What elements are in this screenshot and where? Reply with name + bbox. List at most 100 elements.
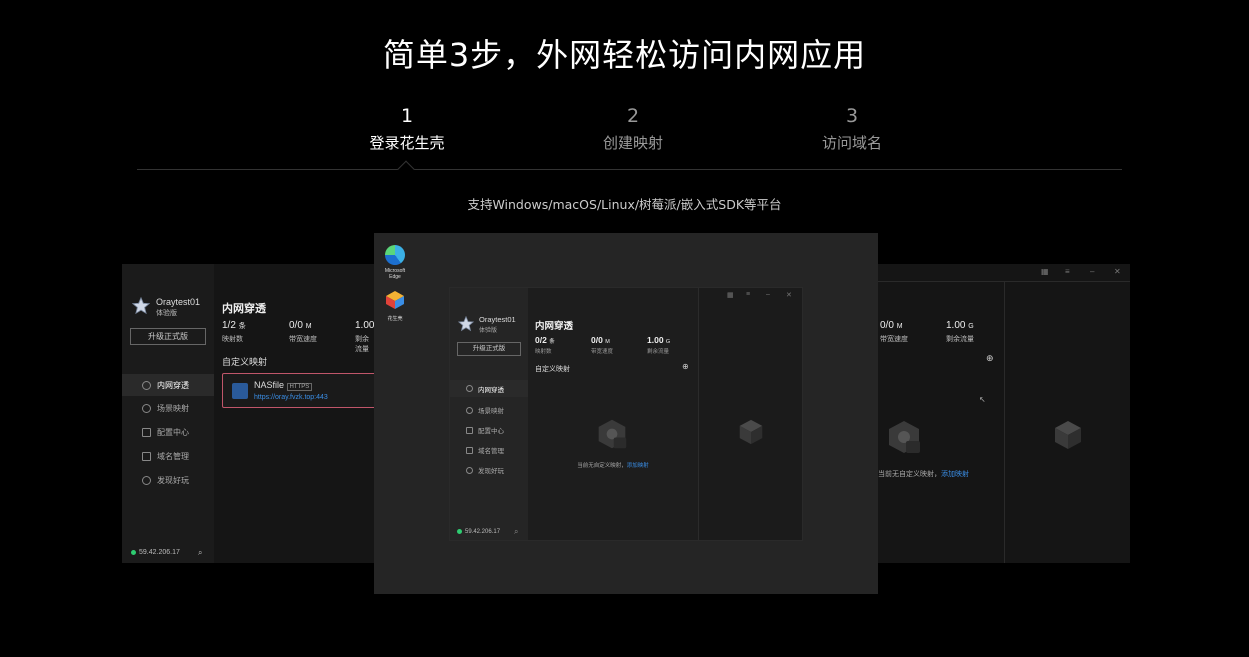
- add-mapping-icon[interactable]: ⊕: [682, 362, 689, 371]
- empty-text: 当前无自定义映射，添加映射: [577, 463, 649, 469]
- stat-label: 映射数: [222, 336, 243, 343]
- config-icon: [142, 428, 151, 437]
- custom-mapping-title: 自定义映射: [222, 357, 268, 367]
- sidebar-item-scene[interactable]: 场景映射: [466, 405, 504, 415]
- stat-mappings: 0/2 条: [535, 335, 555, 345]
- config-icon: [466, 426, 473, 434]
- stat-mappings: 1/2 条: [222, 320, 246, 331]
- desktop-icon-peanut[interactable]: 花生壳: [379, 290, 411, 322]
- empty-state-icon: [889, 421, 920, 453]
- peanut-shell-icon: [386, 291, 404, 309]
- online-dot: [131, 549, 136, 555]
- sidebar-item-config[interactable]: 配置中心: [466, 425, 504, 435]
- ip-status: 59.42.206.17: [131, 549, 180, 556]
- platforms-text: 支持Windows/macOS/Linux/树莓派/嵌入式SDK等平台: [467, 197, 782, 212]
- ip-status: 59.42.206.17: [457, 529, 500, 535]
- upgrade-button[interactable]: 升级正式版: [130, 328, 206, 345]
- scene-icon: [466, 406, 473, 414]
- cube-icon: [1055, 421, 1081, 449]
- domain-icon: [466, 446, 473, 454]
- domain-icon: [142, 452, 151, 461]
- step-tab-3[interactable]: 3 访问域名: [772, 104, 932, 153]
- step-tab-1[interactable]: 1 登录花生壳: [327, 104, 487, 153]
- app-sidebar: Oraytest01 体验版 升级正式版 内网穿透 场景映射 配置中心 域名管理…: [450, 288, 528, 540]
- mapping-url[interactable]: https://oray.fvzk.top:443: [254, 394, 328, 401]
- stat-bandwidth: 0/0 M: [591, 335, 610, 345]
- right-app-window: ▦ ≡ – ✕ 0/0 M 带宽速度 1.00 G 剩余流量 ⊕ ↖ 当前无自定…: [878, 264, 1130, 563]
- edge-icon: [385, 245, 405, 265]
- app-main-panel: 内网穿透 0/2 条 映射数 0/0 M 带宽速度 1.00 G 剩余流量 自定…: [528, 288, 698, 540]
- stat-traffic: 1.00: [355, 320, 375, 331]
- sidebar-item-discover[interactable]: 发现好玩: [466, 465, 504, 475]
- sidebar-item-domain[interactable]: 域名管理: [142, 451, 189, 462]
- section-title: 内网穿透: [222, 303, 266, 315]
- cube-icon: [739, 419, 763, 445]
- search-icon[interactable]: ⌕: [198, 548, 202, 558]
- tunnel-icon: [142, 380, 151, 390]
- close-icon[interactable]: ✕: [1114, 267, 1121, 276]
- discover-icon: [466, 466, 473, 474]
- empty-state-icon: [598, 419, 627, 449]
- sidebar-item-discover[interactable]: 发现好玩: [142, 475, 189, 486]
- step-label: 创建映射: [602, 134, 663, 152]
- stat-label: 剩余流量: [647, 349, 670, 355]
- sidebar-item-tunnel[interactable]: 内网穿透: [122, 374, 214, 396]
- desktop-icon-edge[interactable]: Microsoft Edge: [379, 245, 411, 280]
- edition-label: 体验版: [156, 310, 177, 317]
- pin-icon[interactable]: ▦: [727, 291, 734, 299]
- stat-label: 带宽速度: [289, 336, 317, 343]
- username: Oraytest01: [156, 297, 201, 307]
- avatar-star-icon: [458, 316, 474, 332]
- custom-mapping-title: 自定义映射: [535, 366, 570, 373]
- online-dot: [457, 529, 462, 534]
- edition-label: 体验版: [479, 328, 498, 334]
- steps-tabs: 1 登录花生壳 2 创建映射 3 访问域名: [0, 104, 1249, 174]
- mapping-card[interactable]: NASfile HTTPS https://oray.fvzk.top:443: [222, 373, 375, 408]
- tunnel-icon: [466, 385, 473, 392]
- discover-icon: [142, 476, 151, 485]
- mapping-name: NASfile HTTPS: [254, 380, 313, 391]
- sidebar-item-tunnel[interactable]: 内网穿透: [450, 380, 528, 397]
- upgrade-button[interactable]: 升级正式版: [457, 342, 521, 356]
- left-sidebar: Oraytest01 体验版 升级正式版 内网穿透 场景映射 配置中心 域名管理…: [122, 264, 214, 563]
- search-icon[interactable]: ⌕: [514, 527, 518, 537]
- peanut-shell-app: Oraytest01 体验版 升级正式版 内网穿透 场景映射 配置中心 域名管理…: [449, 287, 803, 541]
- section-title: 内网穿透: [535, 321, 574, 332]
- sidebar-item-scene[interactable]: 场景映射: [142, 403, 189, 414]
- minimize-icon[interactable]: –: [1090, 267, 1094, 276]
- steps-divider: [137, 169, 1122, 170]
- menu-icon[interactable]: ≡: [746, 291, 750, 298]
- step-tab-2[interactable]: 2 创建映射: [553, 104, 713, 153]
- stat-bandwidth: 0/0 M: [880, 320, 903, 331]
- stat-traffic: 1.00 G: [946, 320, 974, 331]
- app-right-panel: ▦ ≡ – ✕: [698, 288, 802, 540]
- step-label: 登录花生壳: [369, 134, 445, 152]
- pin-icon[interactable]: ▦: [1041, 267, 1049, 276]
- step-label: 访问域名: [821, 134, 882, 152]
- left-app-window: Oraytest01 体验版 升级正式版 内网穿透 场景映射 配置中心 域名管理…: [122, 264, 375, 563]
- minimize-icon[interactable]: –: [766, 291, 770, 298]
- cursor-icon: ↖: [979, 395, 986, 404]
- page-headline: 简单3步，外网轻松访问内网应用: [382, 36, 867, 74]
- sidebar-item-config[interactable]: 配置中心: [142, 427, 189, 438]
- stat-label: 剩余流量: [946, 336, 974, 343]
- stat-label: 带宽速度: [591, 349, 614, 355]
- scene-icon: [142, 404, 151, 413]
- panel-divider: [1004, 282, 1005, 563]
- stat-label: 带宽速度: [880, 336, 908, 343]
- stat-traffic: 1.00 G: [647, 335, 671, 345]
- step-number: 3: [845, 105, 859, 127]
- sidebar-item-domain[interactable]: 域名管理: [466, 445, 504, 455]
- avatar-star-icon: [132, 297, 150, 315]
- add-mapping-icon[interactable]: ⊕: [986, 353, 994, 364]
- empty-text: 当前无自定义映射，添加映射: [878, 471, 969, 478]
- step-number: 1: [400, 105, 414, 127]
- stat-bandwidth: 0/0 M: [289, 320, 312, 331]
- username: Oraytest01: [479, 315, 516, 324]
- nas-icon: [232, 383, 248, 399]
- stat-label: 映射数: [535, 349, 552, 355]
- step-number: 2: [626, 105, 640, 127]
- menu-icon[interactable]: ≡: [1065, 267, 1070, 276]
- stat-label: 剩余流量: [355, 336, 369, 353]
- close-icon[interactable]: ✕: [786, 291, 792, 299]
